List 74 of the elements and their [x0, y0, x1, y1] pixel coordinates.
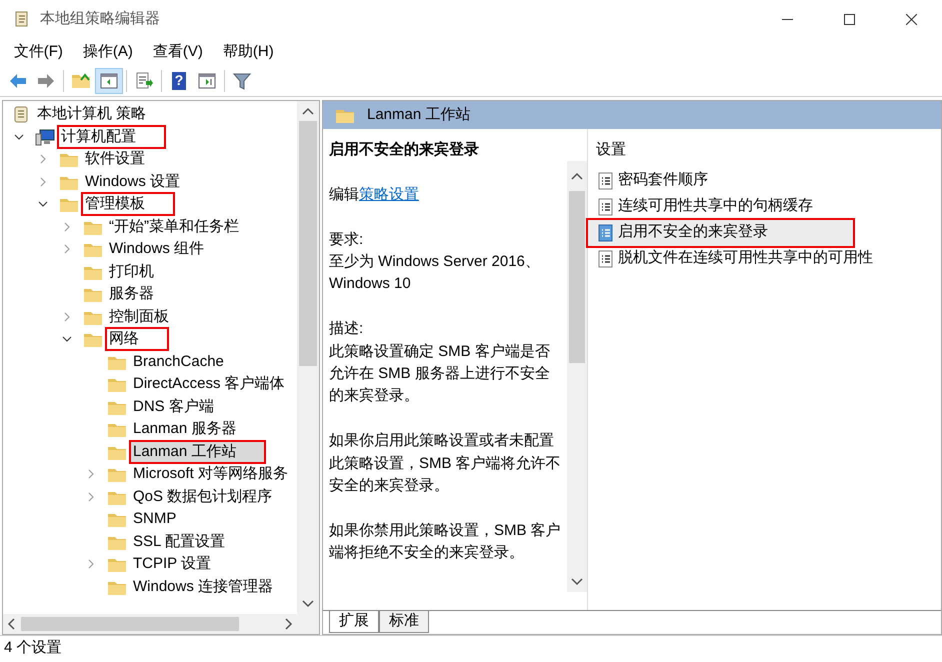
vertical-scrollbar[interactable] [297, 101, 319, 614]
scrollbar-thumb[interactable] [569, 191, 585, 363]
setting-icon [596, 224, 614, 242]
help-button[interactable]: ? [165, 68, 193, 94]
setting-icon [596, 198, 614, 216]
description-text: 描述: [329, 319, 364, 340]
setting-item[interactable]: 启用不安全的来宾登录 [588, 220, 853, 246]
setting-icon [596, 172, 614, 190]
policy-title: 启用不安全的来宾登录 [329, 140, 480, 160]
vertical-scrollbar[interactable] [567, 161, 587, 592]
setting-item[interactable]: 脱机文件在连续可用性共享中的可用性 [588, 246, 941, 272]
action-pane-icon [197, 71, 217, 91]
tree-item[interactable]: Windows 连接管理器 [131, 576, 276, 597]
tree-item[interactable]: 控制面板 [107, 306, 171, 327]
scroll-left-icon[interactable] [6, 618, 15, 630]
scroll-down-icon[interactable] [302, 600, 314, 608]
policy-settings-link[interactable]: 策略设置 [359, 186, 419, 203]
tree-item[interactable]: 打印机 [107, 262, 156, 282]
setting-icon [596, 250, 614, 268]
menu-item[interactable]: 帮助(H) [212, 40, 284, 64]
menu-item[interactable]: 文件(F) [4, 40, 73, 64]
tree-item[interactable]: 服务器 [107, 284, 156, 304]
tree-item[interactable]: 管理模板 [83, 194, 173, 214]
tree-item[interactable]: SNMP [131, 509, 178, 530]
window-title: 本地组策略编辑器 [40, 8, 160, 29]
tree-item[interactable]: SSL 配置设置 [131, 532, 227, 552]
setting-item[interactable]: 连续可用性共享中的句柄缓存 [588, 194, 941, 220]
export-list-icon [134, 71, 154, 91]
scroll-up-icon[interactable] [302, 107, 314, 115]
tree-item[interactable]: 网络 [107, 329, 167, 350]
description-text: 如果你启用此策略设置或者未配置此策略设置，SMB 客户端将允许不安全的来宾登录。 [329, 431, 562, 496]
computer-icon [35, 128, 55, 146]
tree-item[interactable]: QoS 数据包计划程序 [131, 486, 274, 507]
tree-item[interactable]: Windows 组件 [107, 239, 206, 260]
tree-item[interactable]: “开始”菜单和任务栏 [107, 216, 241, 237]
scroll-right-icon[interactable] [285, 618, 294, 630]
menu-item[interactable]: 操作(A) [72, 40, 143, 64]
minimize-icon [782, 18, 792, 20]
filter-icon [232, 71, 252, 91]
edit-policy-text: 编辑策略设置 [329, 184, 420, 205]
scroll-down-icon[interactable] [571, 578, 584, 586]
tree-item[interactable]: 软件设置 [83, 149, 147, 170]
horizontal-scrollbar[interactable] [3, 614, 319, 634]
tree-item[interactable]: 计算机配置 [59, 126, 164, 147]
tree-item[interactable]: Lanman 服务器 [131, 419, 238, 440]
tree-item[interactable]: BranchCache [131, 352, 226, 372]
help-icon [169, 71, 189, 91]
tree-item[interactable]: Microsoft 对等网络服务 [131, 464, 290, 484]
status-text: 4 个设置 [0, 635, 942, 661]
tree-item[interactable]: 本地计算机 策略 [35, 104, 148, 124]
description-text: 要求: [329, 230, 364, 250]
tree-item[interactable]: Windows 设置 [83, 172, 182, 192]
description-text: 至少为 Windows Server 2016、Windows 10 [329, 252, 541, 294]
tree-item[interactable]: Lanman 工作站 [131, 442, 264, 462]
view-tab[interactable]: 标准 [379, 611, 429, 633]
folder-up-icon [71, 71, 91, 91]
forward-arrow-icon [36, 71, 56, 91]
tree-item[interactable]: DNS 客户端 [131, 396, 216, 417]
header-title: Lanman 工作站 [367, 104, 470, 125]
pane-toggle-button[interactable] [95, 68, 123, 94]
close-icon [906, 14, 916, 24]
pane-toggle-icon [99, 71, 119, 91]
column-header[interactable]: 设置 [588, 139, 941, 168]
menu-item[interactable]: 查看(V) [142, 40, 213, 64]
scrollbar-thumb[interactable] [299, 121, 317, 366]
tree-item[interactable]: TCPIP 设置 [131, 554, 214, 574]
maximize-icon [844, 14, 854, 24]
scroll-up-icon[interactable] [571, 172, 584, 180]
tree-item[interactable]: DirectAccess 客户端体 [131, 374, 287, 394]
scrollbar-thumb[interactable] [20, 617, 238, 631]
setting-item[interactable]: 密码套件顺序 [588, 168, 941, 194]
view-tab[interactable]: 扩展 [329, 611, 379, 633]
description-text: 此策略设置确定 SMB 客户端是否允许在 SMB 服务器上进行不安全的来宾登录。 [329, 342, 551, 406]
description-text: 如果你禁用此策略设置，SMB 客户端将拒绝不安全的来宾登录。 [329, 520, 562, 564]
